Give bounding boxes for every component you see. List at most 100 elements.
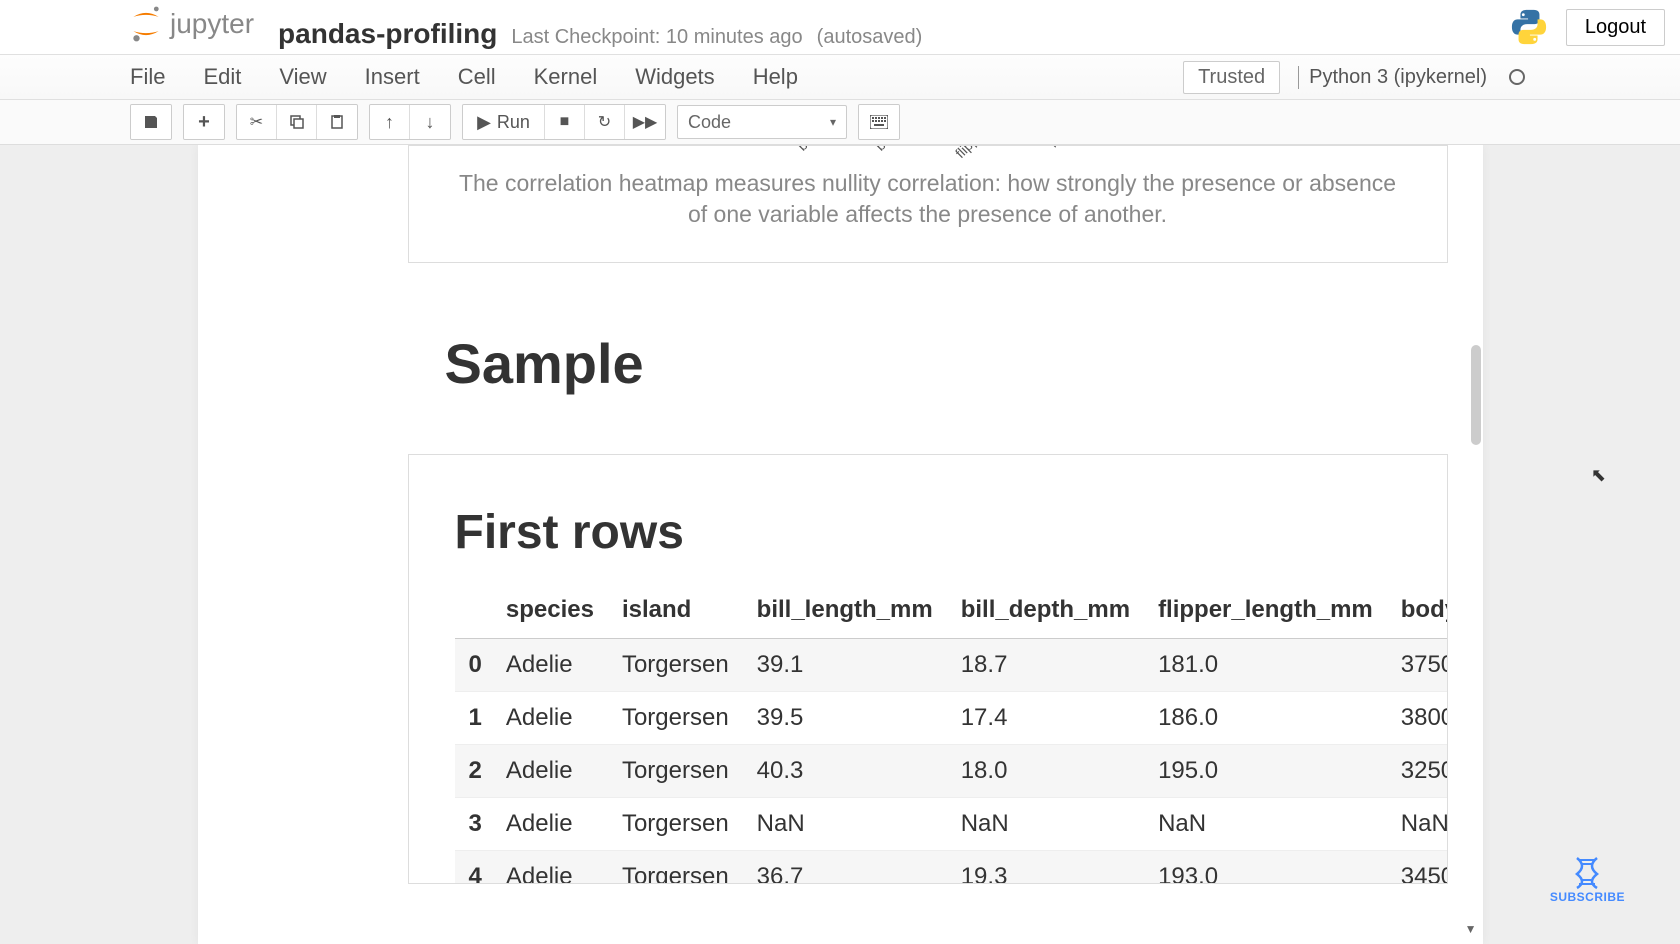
run-button[interactable]: ▶ Run: [463, 105, 545, 139]
kernel-name[interactable]: Python 3 (ipykernel): [1298, 66, 1487, 89]
table-row: 0AdelieTorgersen39.118.7181.03750.0: [455, 639, 1448, 692]
table-cell: 1: [455, 692, 502, 745]
table-cell: Torgersen: [618, 745, 753, 798]
toolbar: + ✂ ↑ ↓ ▶ Run ■ ↻ ▶▶: [0, 100, 1680, 145]
sample-table: species island bill_length_mm bill_depth…: [455, 586, 1448, 884]
header-right: Logout: [1510, 8, 1665, 46]
cell-type-dropdown[interactable]: Code ▾: [677, 105, 847, 139]
menu-insert[interactable]: Insert: [365, 64, 420, 90]
play-icon: ▶: [477, 112, 491, 133]
menu-edit[interactable]: Edit: [203, 64, 241, 90]
copy-icon: [289, 114, 305, 130]
menu-view[interactable]: View: [279, 64, 326, 90]
chevron-down-icon: ▾: [830, 115, 836, 129]
correlation-description: The correlation heatmap measures nullity…: [409, 168, 1447, 230]
axis-label: bill: [794, 145, 817, 154]
table-cell: 17.4: [957, 692, 1154, 745]
table-cell: 181.0: [1154, 639, 1397, 692]
first-rows-heading: First rows: [455, 505, 1447, 560]
menubar: File Edit View Insert Cell Kernel Widget…: [0, 55, 1680, 100]
scroll-down-arrow-icon[interactable]: ▼: [1465, 922, 1477, 936]
save-button[interactable]: [131, 105, 171, 139]
table-cell: Adelie: [502, 639, 618, 692]
table-cell: 3250.0: [1397, 745, 1448, 798]
table-cell: 195.0: [1154, 745, 1397, 798]
command-palette-button[interactable]: [859, 105, 899, 139]
table-header-row: species island bill_length_mm bill_depth…: [455, 586, 1448, 639]
table-cell: 39.1: [753, 639, 957, 692]
python-icon: [1510, 8, 1548, 46]
menu-widgets[interactable]: Widgets: [635, 64, 714, 90]
paste-button[interactable]: [317, 105, 357, 139]
menu-cell[interactable]: Cell: [458, 64, 496, 90]
table-cell: 19.3: [957, 851, 1154, 885]
table-cell: 4: [455, 851, 502, 885]
plus-icon: +: [198, 111, 210, 134]
axis-label: b: [1045, 145, 1062, 150]
table-cell: Torgersen: [618, 639, 753, 692]
table-cell: NaN: [1397, 798, 1448, 851]
run-label: Run: [497, 112, 530, 133]
table-cell: Torgersen: [618, 692, 753, 745]
logout-button[interactable]: Logout: [1566, 9, 1665, 46]
table-cell: 18.7: [957, 639, 1154, 692]
dna-icon: [1569, 854, 1605, 890]
add-cell-button[interactable]: +: [184, 105, 224, 139]
table-cell: 18.0: [957, 745, 1154, 798]
restart-run-button[interactable]: ▶▶: [625, 105, 665, 139]
copy-button[interactable]: [277, 105, 317, 139]
menu-file[interactable]: File: [130, 64, 165, 90]
table-cell: NaN: [1154, 798, 1397, 851]
axis-label: bill: [871, 145, 894, 154]
table-cell: 40.3: [753, 745, 957, 798]
page-container: bill bill flipper b The correlation heat…: [198, 145, 1483, 944]
table-cell: 0: [455, 639, 502, 692]
brand-text: jupyter: [170, 8, 254, 40]
restart-icon: ↻: [598, 112, 611, 132]
axis-label: flipper: [952, 145, 990, 161]
menu-help[interactable]: Help: [753, 64, 798, 90]
col-flipper-length: flipper_length_mm: [1154, 586, 1397, 639]
table-cell: 193.0: [1154, 851, 1397, 885]
trusted-badge[interactable]: Trusted: [1183, 61, 1280, 94]
sample-heading: Sample: [445, 331, 1448, 396]
table-row: 4AdelieTorgersen36.719.3193.03450.0: [455, 851, 1448, 885]
table-cell: Adelie: [502, 692, 618, 745]
cursor-icon: ⬉: [1591, 465, 1606, 486]
col-island: island: [618, 586, 753, 639]
fast-forward-icon: ▶▶: [633, 112, 658, 132]
stop-icon: ■: [560, 113, 570, 131]
vertical-scroll-thumb[interactable]: [1471, 345, 1481, 445]
menubar-right: Trusted Python 3 (ipykernel): [1183, 61, 1680, 94]
subscribe-label: SUBSCRIBE: [1550, 890, 1625, 904]
col-bill-depth: bill_depth_mm: [957, 586, 1154, 639]
move-up-button[interactable]: ↑: [370, 105, 410, 139]
table-cell: 2: [455, 745, 502, 798]
table-cell: Adelie: [502, 745, 618, 798]
restart-button[interactable]: ↻: [585, 105, 625, 139]
jupyter-logo[interactable]: jupyter: [130, 5, 254, 43]
menu-kernel[interactable]: Kernel: [534, 64, 598, 90]
col-index: [455, 586, 502, 639]
table-cell: 186.0: [1154, 692, 1397, 745]
correlation-box: bill bill flipper b The correlation heat…: [408, 145, 1448, 263]
table-cell: 3750.0: [1397, 639, 1448, 692]
table-cell: Torgersen: [618, 798, 753, 851]
cut-button[interactable]: ✂: [237, 105, 277, 139]
table-row: 3AdelieTorgersenNaNNaNNaNNaN: [455, 798, 1448, 851]
table-cell: 36.7: [753, 851, 957, 885]
table-row: 1AdelieTorgersen39.517.4186.03800.0: [455, 692, 1448, 745]
arrow-up-icon: ↑: [385, 112, 394, 133]
sample-box: First rows species island bill_length_mm…: [408, 454, 1448, 884]
move-down-button[interactable]: ↓: [410, 105, 450, 139]
notebook-name[interactable]: pandas-profiling: [278, 18, 497, 50]
stop-button[interactable]: ■: [545, 105, 585, 139]
cell-type-label: Code: [688, 112, 731, 133]
table-cell: NaN: [957, 798, 1154, 851]
table-cell: 3: [455, 798, 502, 851]
jupyter-icon: [130, 5, 162, 43]
checkpoint-text: Last Checkpoint: 10 minutes ago: [511, 26, 802, 49]
subscribe-badge[interactable]: SUBSCRIBE: [1550, 854, 1625, 904]
rotated-axis-labels: bill bill flipper b: [797, 145, 1057, 150]
paste-icon: [329, 114, 345, 130]
